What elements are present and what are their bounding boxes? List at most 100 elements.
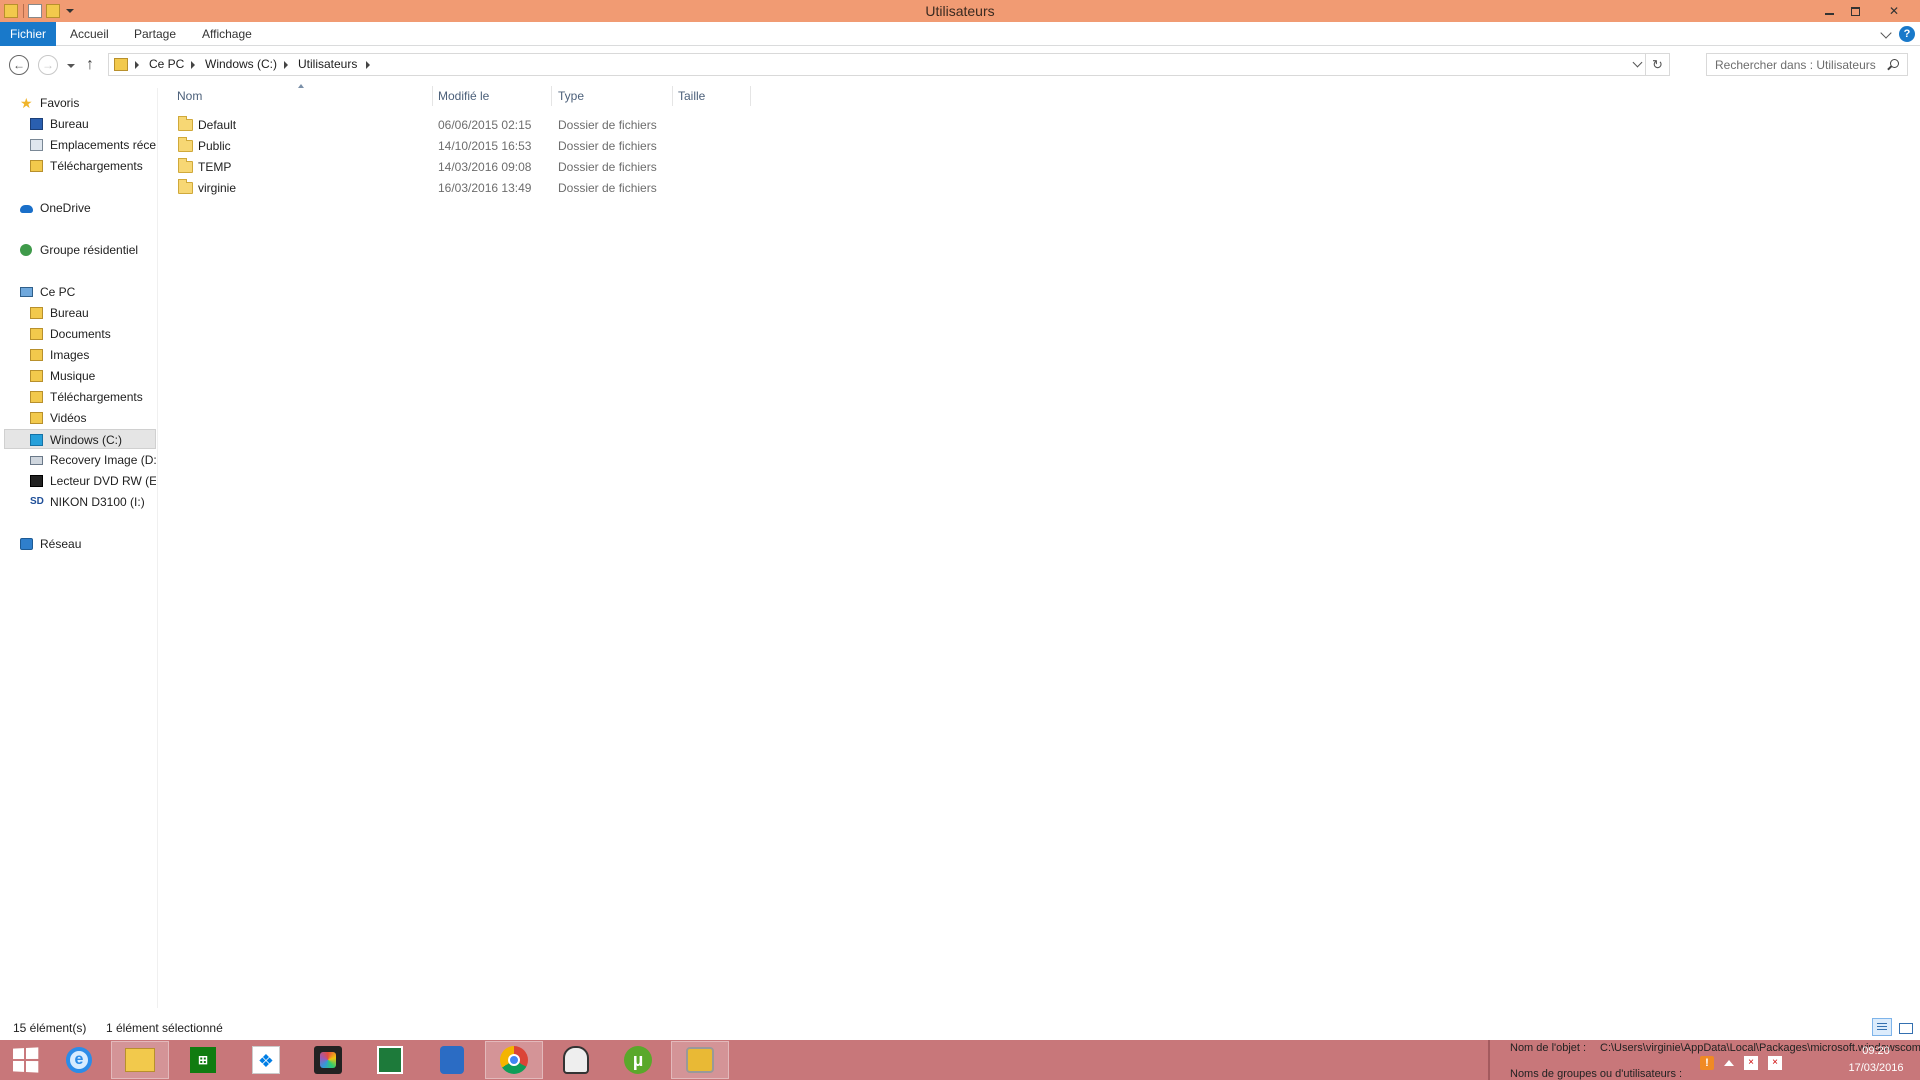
clock-time: 09:20: [1862, 1045, 1890, 1057]
tab-view[interactable]: Affichage: [202, 22, 252, 46]
taskbar-calculator[interactable]: [361, 1041, 419, 1079]
column-divider[interactable]: [750, 86, 751, 106]
breadcrumb-chevron-icon[interactable]: [191, 61, 195, 69]
folder-icon[interactable]: [4, 4, 18, 18]
up-arrow-icon[interactable]: ↑: [86, 56, 94, 74]
nav-pc-nikon-i[interactable]: SD NIKON D3100 (I:): [28, 492, 156, 512]
desktop-folder-icon: [30, 307, 43, 319]
taskbar-dropbox[interactable]: ❖: [237, 1041, 295, 1079]
nav-fav-downloads[interactable]: Téléchargements: [28, 156, 156, 176]
address-bar[interactable]: Ce PC Windows (C:) Utilisateurs ↻: [108, 53, 1670, 76]
file-row[interactable]: Public 14/10/2015 16:53 Dossier de fichi…: [172, 136, 752, 157]
breadcrumb-windows-c[interactable]: Windows (C:): [205, 54, 277, 75]
title-bar: Utilisateurs ✕: [0, 0, 1920, 22]
restore-button[interactable]: [1842, 0, 1868, 22]
nav-homegroup[interactable]: Groupe résidentiel: [18, 240, 156, 260]
forward-button[interactable]: →: [38, 55, 58, 75]
column-header-modified[interactable]: Modifié le: [438, 86, 489, 106]
close-button[interactable]: ✕: [1868, 0, 1920, 22]
nav-pc-downloads[interactable]: Téléchargements: [28, 387, 156, 407]
column-header-type[interactable]: Type: [558, 86, 584, 106]
nav-label: Lecteur DVD RW (E:): [50, 474, 156, 488]
column-divider[interactable]: [551, 86, 552, 106]
help-icon[interactable]: ?: [1899, 26, 1915, 42]
breadcrumb-utilisateurs[interactable]: Utilisateurs: [298, 54, 357, 75]
ribbon: Fichier Accueil Partage Affichage ?: [0, 22, 1920, 46]
nav-pc-windows-c[interactable]: Windows (C:): [4, 429, 156, 449]
status-bar: 15 élément(s) 1 élément sélectionné: [0, 1018, 1920, 1038]
pictures-folder-icon: [30, 349, 43, 361]
file-explorer-icon: [125, 1048, 155, 1072]
column-divider[interactable]: [672, 86, 673, 106]
tab-file[interactable]: Fichier: [0, 22, 56, 46]
taskbar-cleaner[interactable]: [671, 1041, 729, 1079]
music-folder-icon: [30, 370, 43, 382]
tooltip-label: Nom de l'objet :: [1510, 1042, 1587, 1054]
taskbar-store[interactable]: ⊞: [174, 1041, 232, 1079]
nav-pc-documents[interactable]: Documents: [28, 324, 156, 344]
nav-favorites[interactable]: ★ Favoris: [18, 93, 156, 113]
file-row[interactable]: TEMP 14/03/2016 09:08 Dossier de fichier…: [172, 157, 752, 178]
tooltip-label: Noms de groupes ou d'utilisateurs :: [1510, 1068, 1683, 1080]
nav-pc-dvd-e[interactable]: Lecteur DVD RW (E:): [28, 471, 156, 491]
minimize-button[interactable]: [1816, 0, 1842, 22]
large-icons-view-icon[interactable]: [1896, 1019, 1914, 1037]
start-button[interactable]: [0, 1041, 50, 1079]
details-view-icon[interactable]: [1872, 1018, 1892, 1036]
tab-share[interactable]: Partage: [134, 22, 176, 46]
nav-pc-recovery-d[interactable]: Recovery Image (D:): [28, 450, 156, 470]
nav-onedrive[interactable]: OneDrive: [18, 198, 156, 218]
computer-icon: [20, 287, 33, 297]
nav-pc-music[interactable]: Musique: [28, 366, 156, 386]
network-error-icon[interactable]: ×: [1744, 1056, 1758, 1070]
store-icon: ⊞: [190, 1047, 216, 1073]
nav-network[interactable]: Réseau: [18, 534, 156, 554]
onedrive-icon: [20, 205, 33, 213]
nav-fav-desktop[interactable]: Bureau: [28, 114, 156, 134]
nav-pc-videos[interactable]: Vidéos: [28, 408, 156, 428]
breadcrumb-chevron-icon[interactable]: [135, 61, 139, 69]
nav-label: Bureau: [50, 117, 89, 131]
show-hidden-icons-icon[interactable]: [1724, 1060, 1734, 1066]
breadcrumb-chevron-icon[interactable]: [366, 61, 370, 69]
back-button[interactable]: ←: [9, 55, 29, 75]
column-divider[interactable]: [432, 86, 433, 106]
back-arrow-icon: ←: [13, 58, 25, 72]
properties-icon[interactable]: [28, 4, 42, 18]
expand-ribbon-icon[interactable]: [1880, 27, 1892, 39]
file-row[interactable]: Default 06/06/2015 02:15 Dossier de fich…: [172, 115, 752, 136]
search-icon[interactable]: [1890, 59, 1899, 68]
taskbar-internet-explorer[interactable]: e: [50, 1041, 108, 1079]
nav-label: Windows (C:): [50, 433, 123, 447]
file-name: Public: [198, 139, 231, 153]
taskbar-clock[interactable]: 09:20 17/03/2016: [1838, 1043, 1914, 1077]
taskbar-chrome[interactable]: [485, 1041, 543, 1079]
breadcrumb-this-pc[interactable]: Ce PC: [149, 54, 184, 75]
nav-label: OneDrive: [40, 201, 91, 215]
search-box[interactable]: [1706, 53, 1908, 76]
customize-toolbar-icon[interactable]: [66, 9, 74, 13]
nav-fav-recent[interactable]: Emplacements récents: [28, 135, 156, 155]
stormtrooper-icon: [563, 1046, 589, 1074]
nav-pc-pictures[interactable]: Images: [28, 345, 156, 365]
file-row[interactable]: virginie 16/03/2016 13:49 Dossier de fic…: [172, 178, 752, 199]
volume-muted-icon[interactable]: ×: [1768, 1056, 1782, 1070]
refresh-icon[interactable]: ↻: [1645, 54, 1669, 75]
taskbar-touch-app[interactable]: [423, 1041, 481, 1079]
search-input[interactable]: [1707, 54, 1883, 75]
nav-pc-desktop[interactable]: Bureau: [28, 303, 156, 323]
taskbar-utorrent[interactable]: µ: [609, 1041, 667, 1079]
taskbar-photos[interactable]: [299, 1041, 357, 1079]
column-header-size[interactable]: Taille: [678, 86, 705, 106]
tab-home[interactable]: Accueil: [70, 22, 109, 46]
breadcrumb-chevron-icon[interactable]: [284, 61, 288, 69]
new-folder-icon[interactable]: [46, 4, 60, 18]
column-header-name[interactable]: Nom: [177, 86, 202, 106]
recent-locations-icon[interactable]: [67, 64, 75, 68]
taskbar-stormtrooper-app[interactable]: [547, 1041, 605, 1079]
nav-this-pc[interactable]: Ce PC: [18, 282, 156, 302]
warning-icon[interactable]: !: [1700, 1056, 1714, 1070]
taskbar-file-explorer[interactable]: [111, 1041, 169, 1079]
minimize-icon: [1824, 13, 1834, 15]
address-dropdown-icon[interactable]: [1632, 57, 1643, 68]
